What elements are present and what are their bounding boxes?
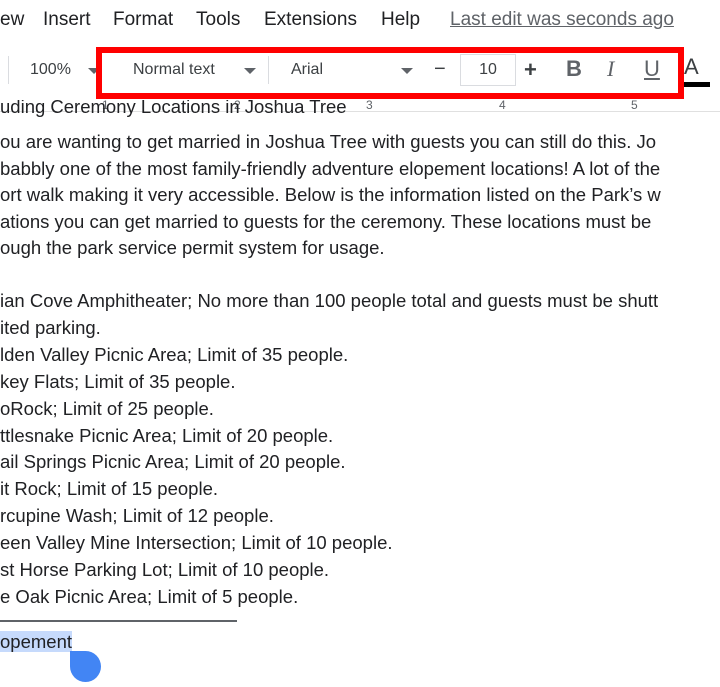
paragraph-line: babbly one of the most family-friendly a… bbox=[0, 157, 661, 179]
list-item: st Horse Parking Lot; Limit of 10 people… bbox=[0, 559, 330, 580]
list-item: it Rock; Limit of 15 people. bbox=[0, 478, 218, 500]
menu-format[interactable]: Format bbox=[113, 9, 173, 31]
menu-insert[interactable]: Insert bbox=[43, 9, 91, 31]
paragraph-line: ough the park service permit system for … bbox=[0, 237, 385, 259]
text-color-swatch bbox=[684, 82, 710, 87]
list-item: e Oak Picnic Area; Limit of 5 people. bbox=[0, 585, 299, 607]
selection-handle[interactable] bbox=[70, 651, 101, 682]
heading: uding Ceremony Locations in Joshua Tree bbox=[0, 100, 347, 117]
paragraph-line: ations you can get married to guests for… bbox=[0, 210, 652, 232]
list-item: rcupine Wash; Limit of 12 people. bbox=[0, 505, 274, 527]
menu-help[interactable]: Help bbox=[381, 9, 420, 31]
selected-text[interactable]: opement bbox=[0, 631, 72, 653]
menu-bar: ew Insert Format Tools Extensions Help L… bbox=[0, 0, 720, 44]
menu-view[interactable]: ew bbox=[0, 9, 24, 31]
horizontal-rule bbox=[0, 620, 237, 622]
highlight-box bbox=[96, 47, 684, 99]
paragraph-line: ou are wanting to get married in Joshua … bbox=[0, 131, 657, 152]
list-item: ttlesnake Picnic Area; Limit of 20 peopl… bbox=[0, 424, 334, 446]
list-item: ail Springs Picnic Area; Limit of 20 peo… bbox=[0, 451, 346, 473]
last-edit-link[interactable]: Last edit was seconds ago bbox=[450, 9, 674, 31]
menu-extensions[interactable]: Extensions bbox=[264, 9, 357, 31]
text-color-button[interactable]: A bbox=[684, 54, 699, 80]
paragraph-line: ort walk making it very accessible. Belo… bbox=[0, 184, 661, 206]
list-item: lden Valley Picnic Area; Limit of 35 peo… bbox=[0, 343, 349, 365]
list-item: ited parking. bbox=[0, 316, 101, 338]
divider bbox=[8, 56, 9, 84]
list-item: oRock; Limit of 25 people. bbox=[0, 397, 214, 419]
list-item: ian Cove Amphitheater; No more than 100 … bbox=[0, 290, 659, 311]
menu-tools[interactable]: Tools bbox=[196, 9, 240, 31]
zoom-select[interactable]: 100% bbox=[30, 61, 71, 79]
list-item: een Valley Mine Intersection; Limit of 1… bbox=[0, 532, 393, 554]
list-item: key Flats; Limit of 35 people. bbox=[0, 370, 236, 392]
